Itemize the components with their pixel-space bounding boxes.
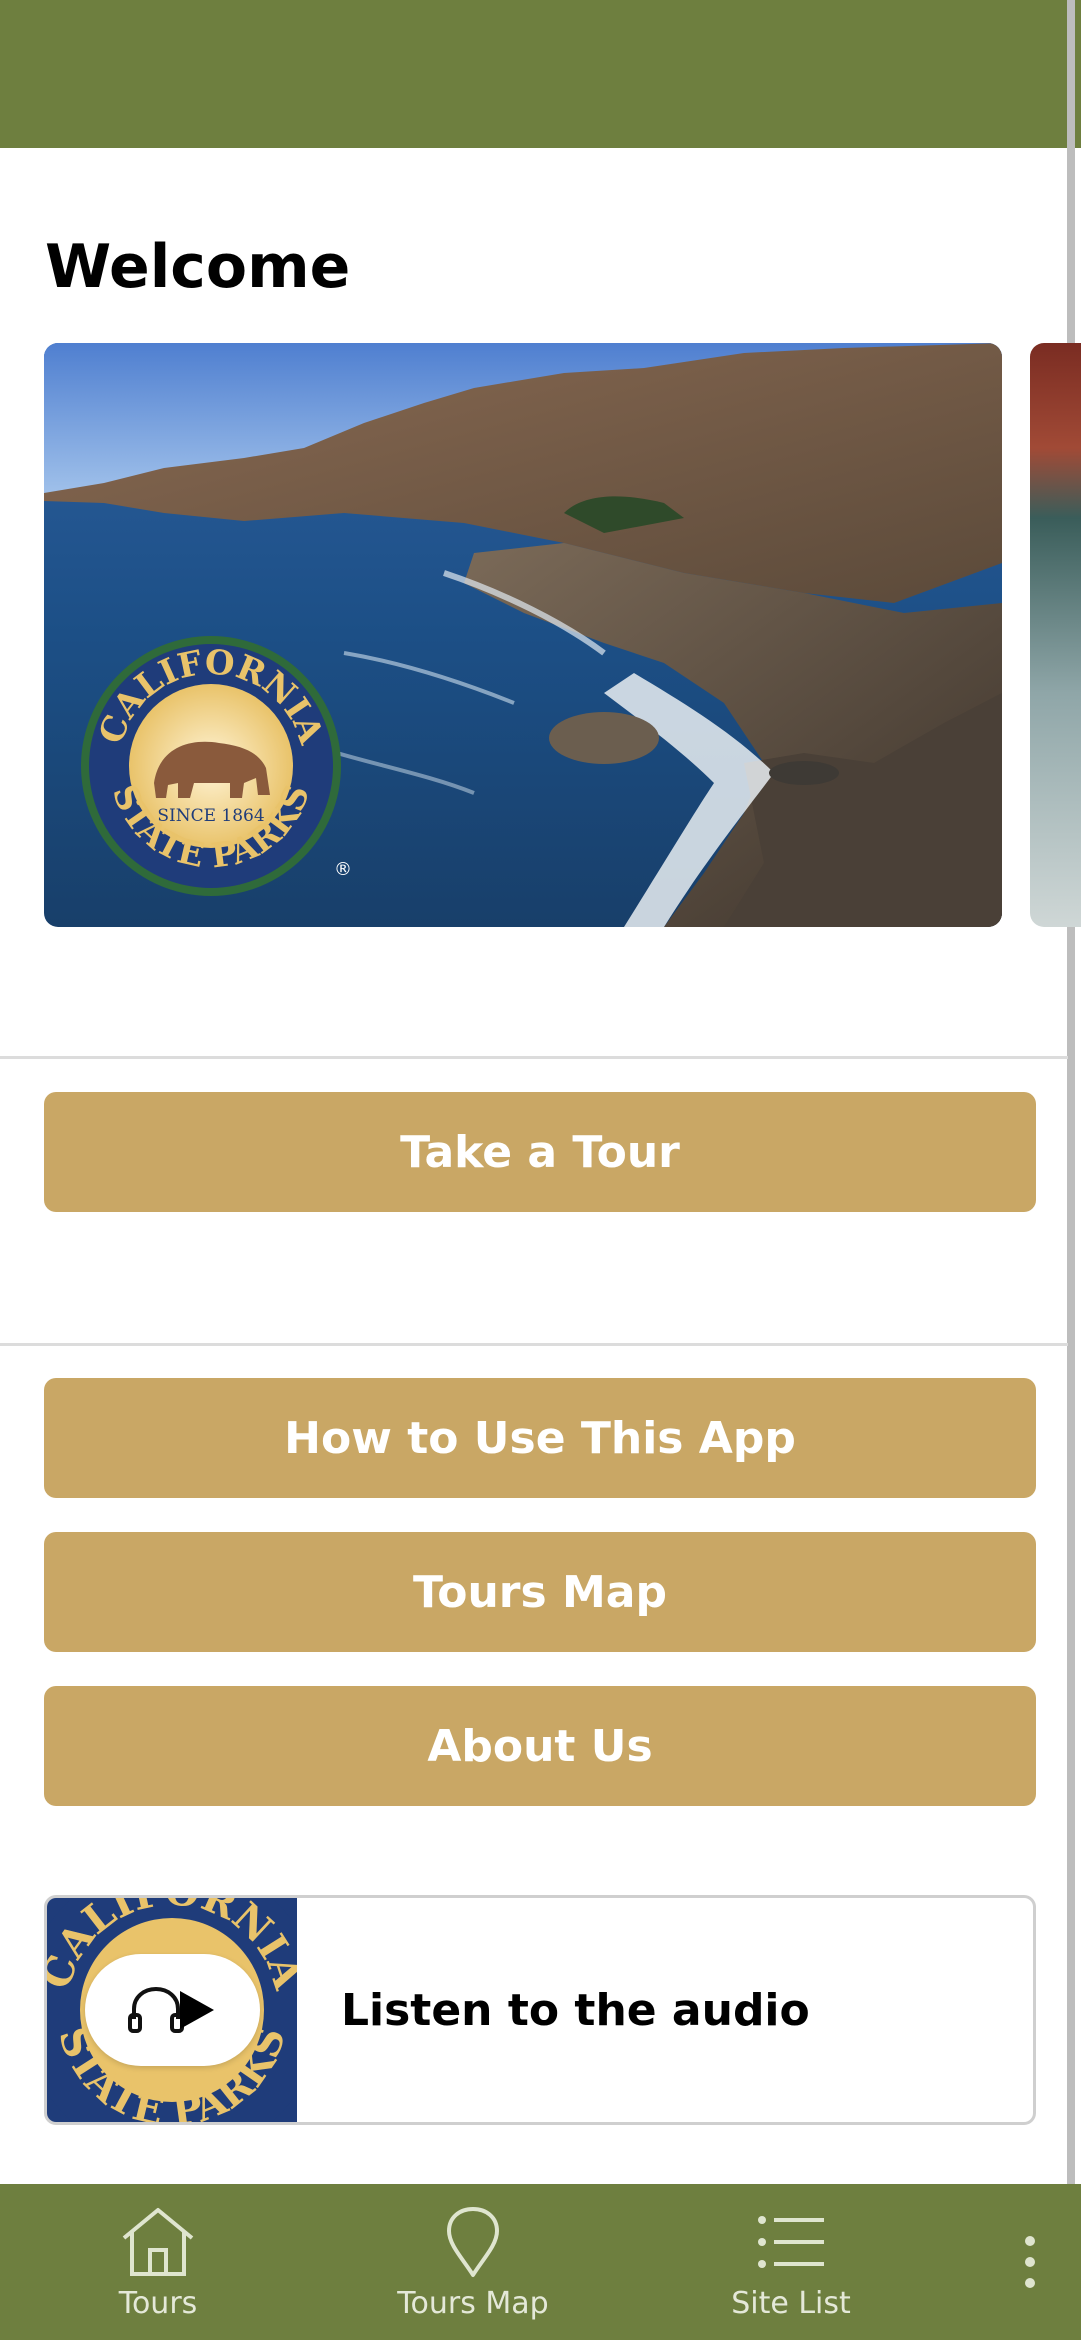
app-screen: Welcome SINCE 1864 CALIFORNIA STATE PARK… [0,0,1081,2340]
home-icon [118,2204,198,2280]
nav-item-tours-map[interactable]: Tours Map [373,2184,573,2340]
more-vertical-icon[interactable] [1000,2184,1060,2340]
nav-item-tours[interactable]: Tours [78,2184,238,2340]
logo-since-text: SINCE 1864 [157,806,264,826]
tours-map-button[interactable]: Tours Map [44,1532,1036,1652]
list-icon [756,2204,826,2280]
nav-label: Tours [118,2286,198,2321]
nav-item-site-list[interactable]: Site List [711,2184,871,2340]
nav-label: Tours Map [397,2286,549,2321]
audio-thumbnail: CALIFORNIA STATE PARKS [47,1898,297,2122]
audio-label: Listen to the audio [341,1984,810,2036]
carousel-slide-coast[interactable]: SINCE 1864 CALIFORNIA STATE PARKS ® [44,343,1002,927]
play-audio-button[interactable] [85,1954,260,2066]
carousel-slide-next[interactable] [1030,343,1081,927]
scrollbar[interactable] [1067,0,1075,2186]
page-title: Welcome [45,232,351,302]
about-us-button[interactable]: About Us [44,1686,1036,1806]
divider [0,1056,1068,1059]
headphones-play-icon [127,1986,214,2033]
nav-label: Site List [731,2286,851,2321]
image-carousel[interactable]: SINCE 1864 CALIFORNIA STATE PARKS ® [0,343,1081,927]
logo-registered-mark: ® [334,859,352,880]
status-bar [0,0,1081,148]
coast-photo: SINCE 1864 CALIFORNIA STATE PARKS ® [44,343,1002,927]
bottom-navigation: Tours Tours Map Site List [0,2184,1081,2340]
take-tour-button[interactable]: Take a Tour [44,1092,1036,1212]
divider [0,1343,1068,1346]
map-pin-icon [445,2204,501,2280]
how-to-use-button[interactable]: How to Use This App [44,1378,1036,1498]
audio-card[interactable]: CALIFORNIA STATE PARKS Listen to the aud… [44,1895,1036,2125]
